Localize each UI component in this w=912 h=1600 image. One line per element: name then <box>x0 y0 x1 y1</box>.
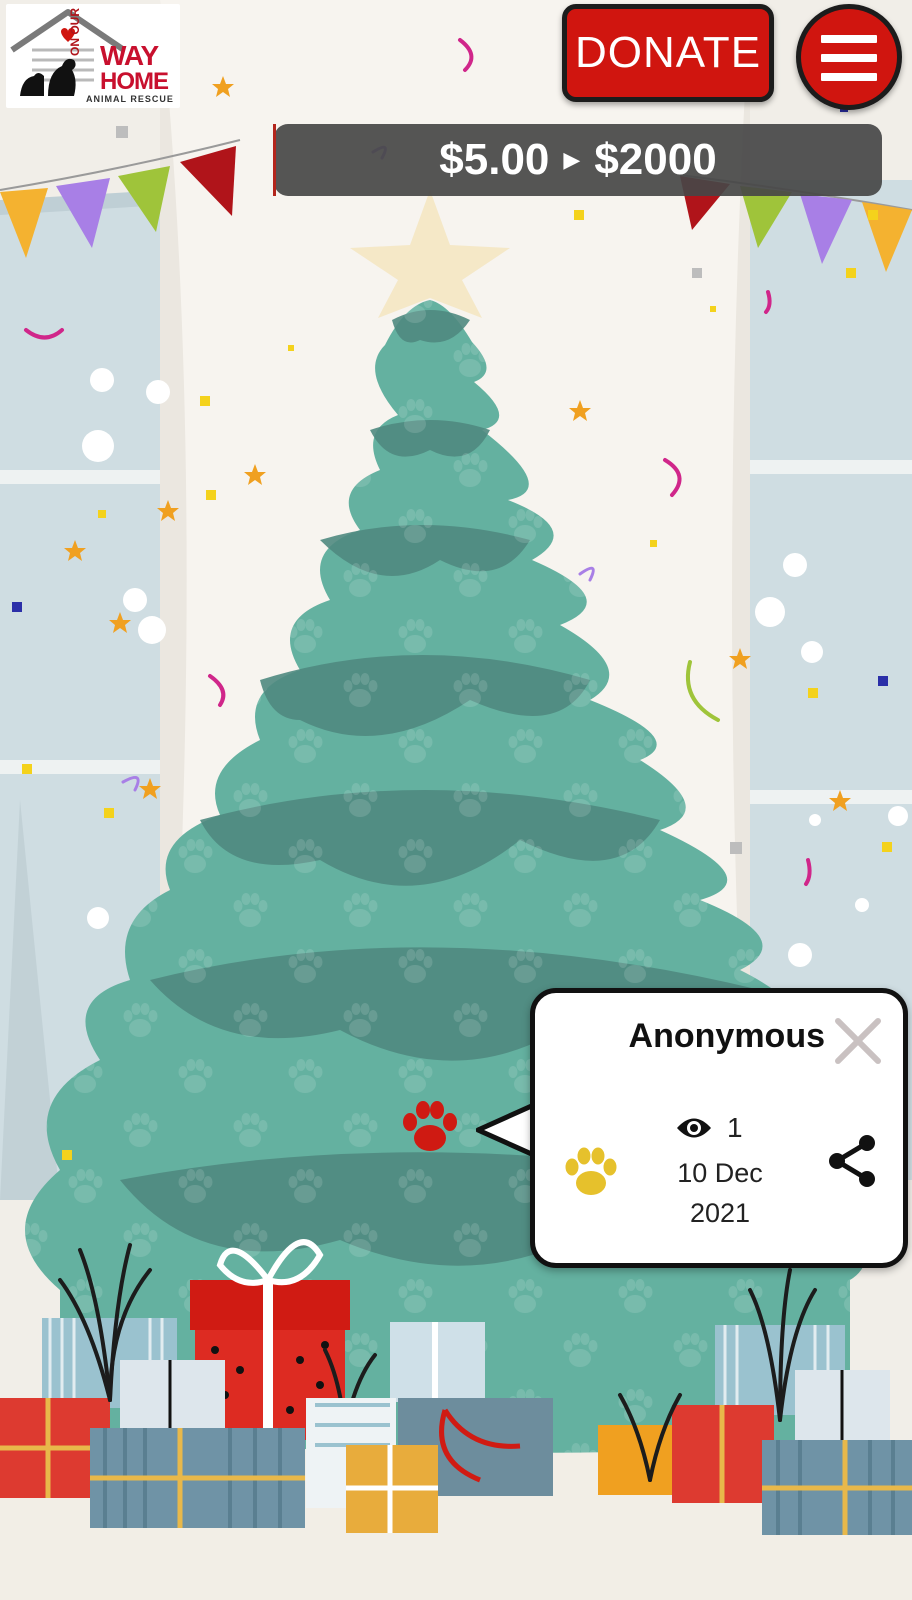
logo-vertical-text: ON OUR <box>68 8 82 56</box>
progress-marker <box>273 124 276 196</box>
logo-word-home: HOME <box>100 68 169 95</box>
paw-icon <box>565 1147 617 1195</box>
goal-amount: $2000 <box>594 135 717 184</box>
hamburger-icon <box>821 73 877 81</box>
logo[interactable]: ON OUR WAY HOME ANIMAL RESCUE <box>6 4 180 108</box>
paw-ornament-icon[interactable] <box>394 1092 466 1164</box>
hamburger-icon <box>821 35 877 43</box>
donor-name: Anonymous <box>628 1017 825 1055</box>
donor-popup: Anonymous 1 10 Dec 2021 <box>530 988 908 1268</box>
menu-button[interactable] <box>796 4 902 110</box>
donation-goal-bar: $5.00 ▶ $2000 <box>274 124 882 196</box>
donation-date-day: 10 Dec <box>677 1158 763 1188</box>
popup-pointer <box>476 1101 536 1159</box>
share-icon[interactable] <box>825 1133 881 1189</box>
eye-icon <box>677 1118 711 1138</box>
view-count-value: 1 <box>727 1112 743 1143</box>
view-count: 1 <box>675 1109 785 1147</box>
close-icon[interactable] <box>830 1013 886 1069</box>
play-arrow-icon: ▶ <box>563 147 581 172</box>
hamburger-icon <box>821 54 877 62</box>
raised-amount: $5.00 <box>439 135 550 184</box>
logo-subtitle: ANIMAL RESCUE <box>86 94 174 104</box>
donation-date: 10 Dec 2021 <box>645 1153 795 1233</box>
background-scene <box>0 0 912 1600</box>
donate-button[interactable]: DONATE <box>562 4 774 102</box>
donation-date-year: 2021 <box>689 1198 751 1228</box>
